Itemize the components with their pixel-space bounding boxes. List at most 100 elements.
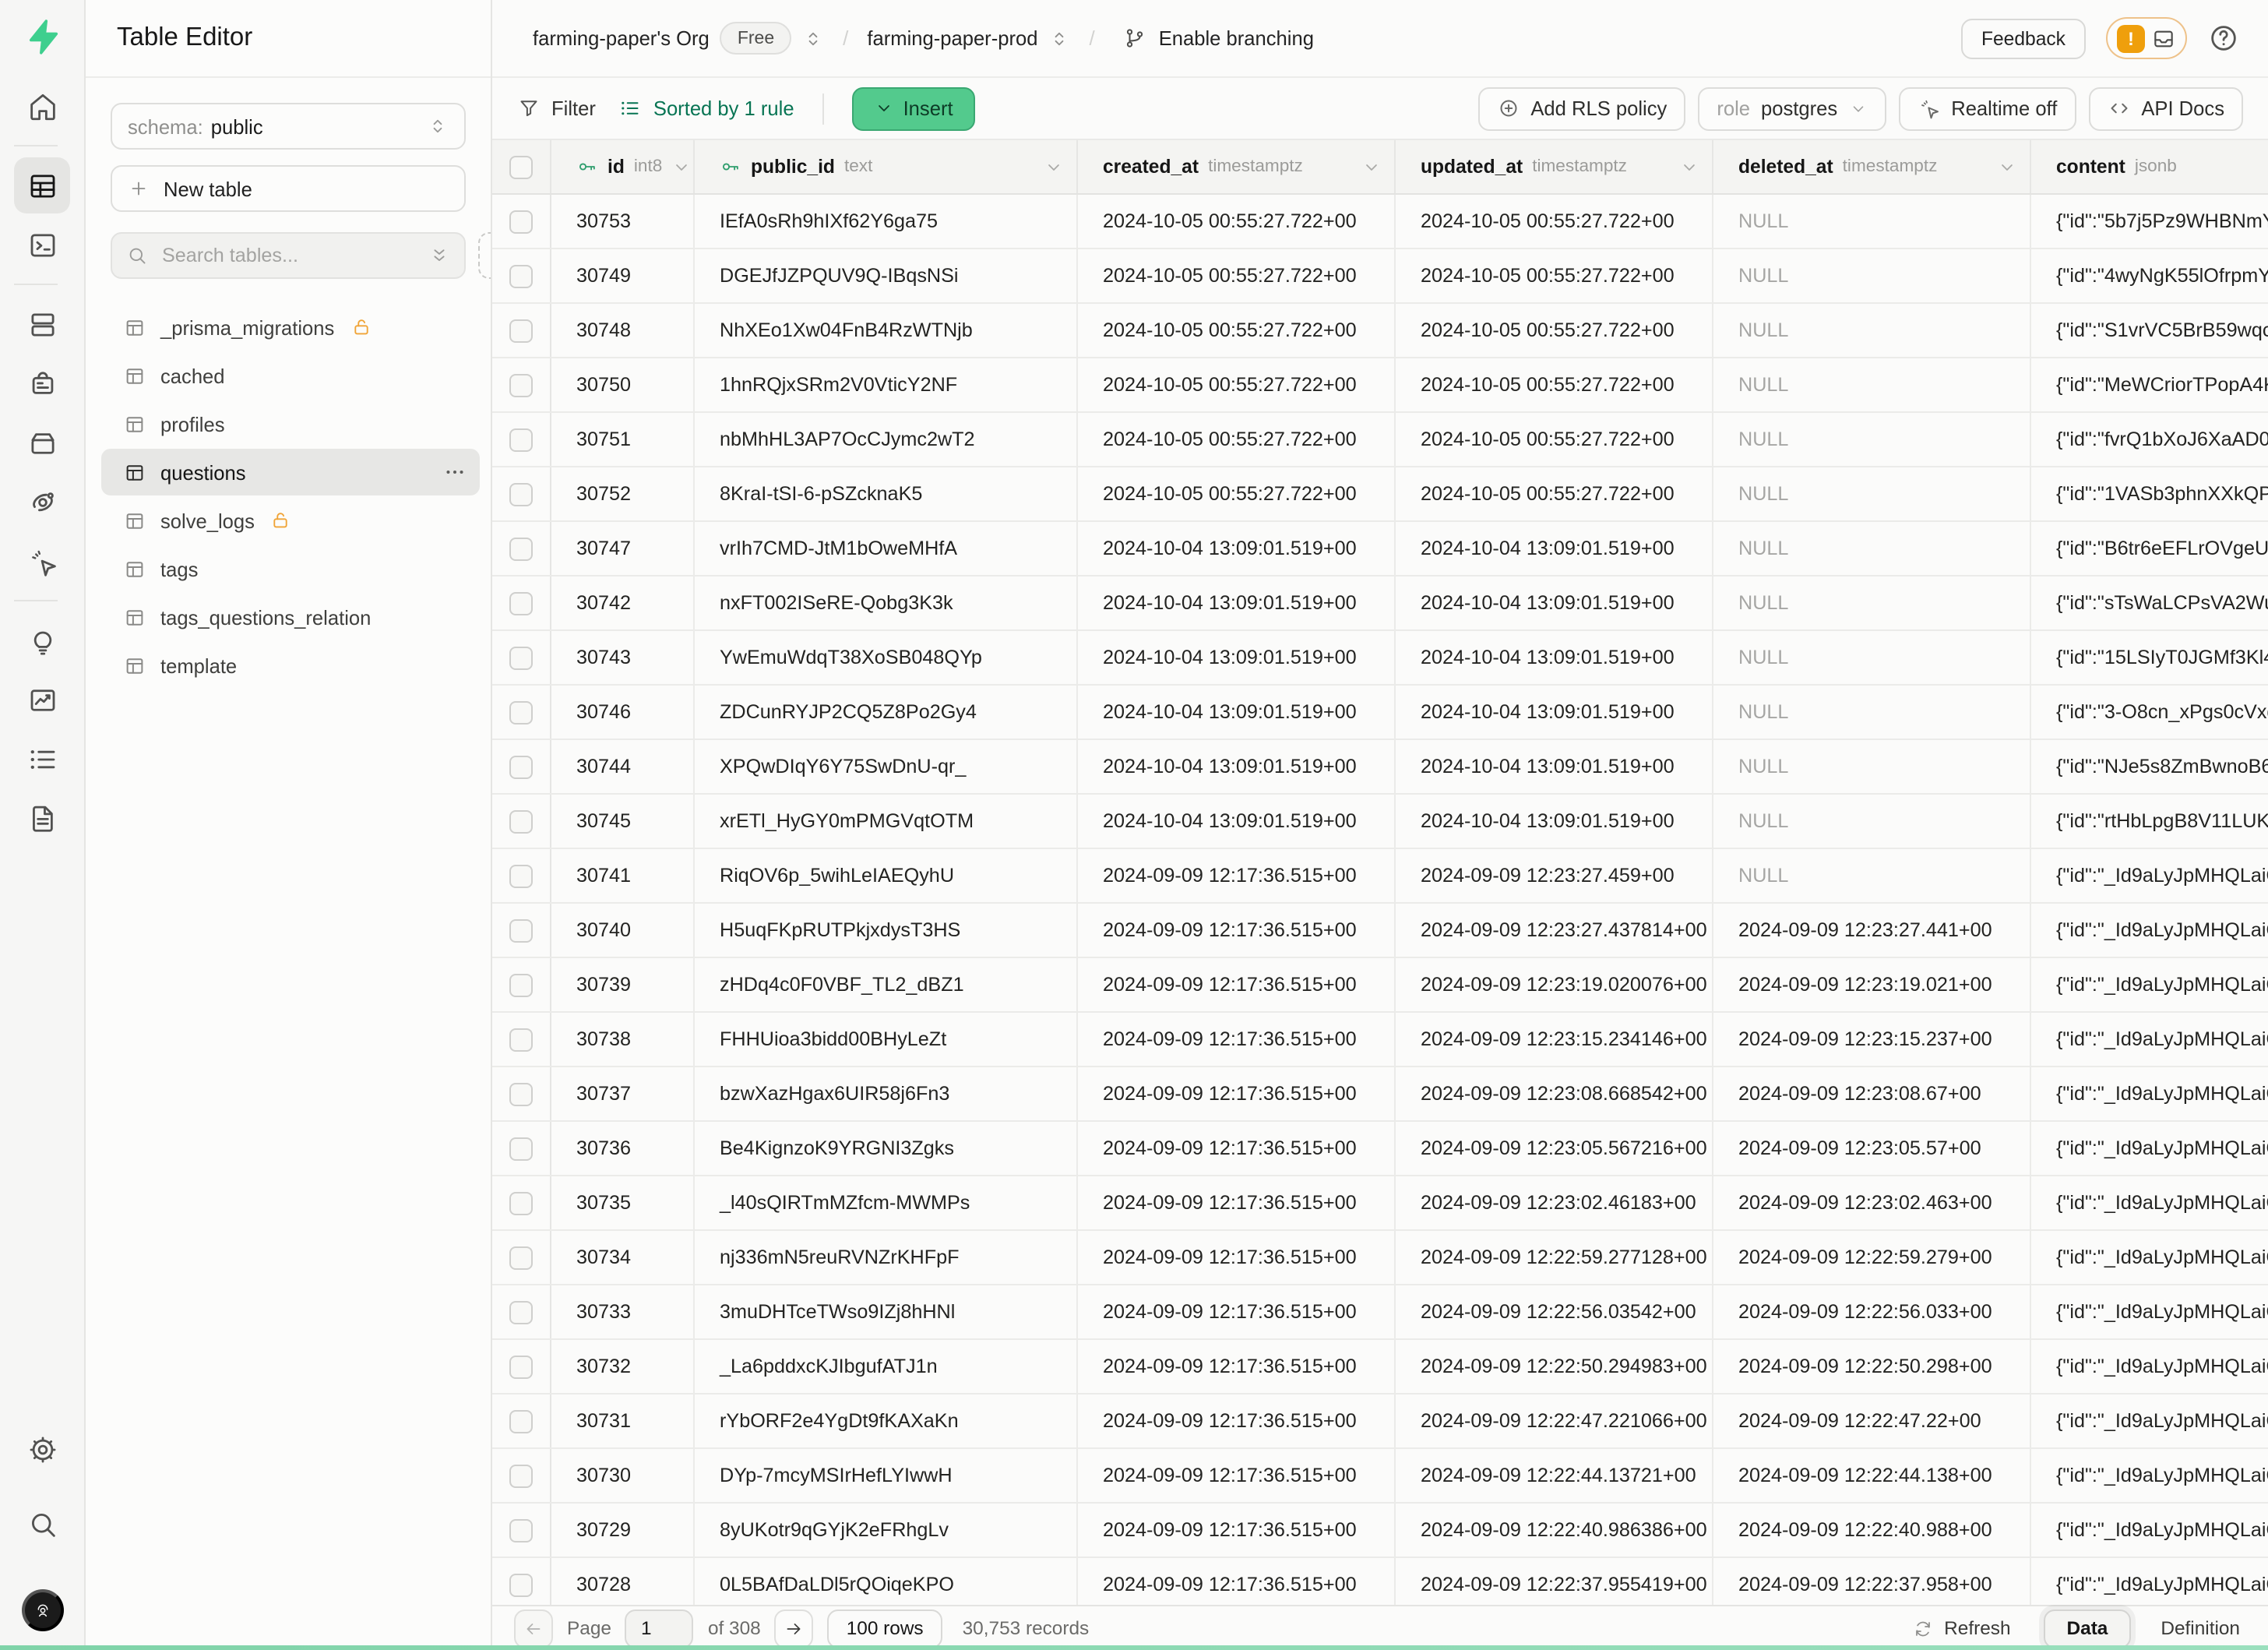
cell-content[interactable]: {"id":"_Id9aLyJpMHQLaiQ0 [2031, 1122, 2268, 1175]
cell-public_id[interactable]: nbMhHL3AP7OcCJymc2wT2 [695, 413, 1078, 466]
cell-id[interactable]: 30743 [551, 631, 695, 684]
rail-item-search[interactable] [14, 1496, 70, 1552]
cell-public_id[interactable]: bzwXazHgax6UIR58j6Fn3 [695, 1067, 1078, 1120]
row-checkbox[interactable] [509, 210, 533, 233]
cell-public_id[interactable]: rYbORF2e4YgDt9fKAXaKn [695, 1394, 1078, 1447]
cell-updated_at[interactable]: 2024-09-09 12:22:56.03542+00 [1396, 1285, 1713, 1338]
more-options-icon[interactable] [442, 460, 467, 485]
cell-deleted_at[interactable]: 2024-09-09 12:22:59.279+00 [1713, 1231, 2031, 1284]
cell-updated_at[interactable]: 2024-09-09 12:22:40.986386+00 [1396, 1504, 1713, 1557]
row-checkbox[interactable] [509, 537, 533, 560]
role-select[interactable]: role postgres [1698, 86, 1886, 130]
sidebar-table-tags[interactable]: tags [101, 545, 480, 592]
cell-id[interactable]: 30737 [551, 1067, 695, 1120]
row-checkbox[interactable] [509, 1082, 533, 1105]
column-menu-icon[interactable] [1997, 157, 2017, 177]
cell-updated_at[interactable]: 2024-09-09 12:23:15.234146+00 [1396, 1013, 1713, 1066]
row-checkbox[interactable] [509, 1191, 533, 1215]
cell-id[interactable]: 30729 [551, 1504, 695, 1557]
cell-public_id[interactable]: NhXEo1Xw04FnB4RzWTNjb [695, 304, 1078, 357]
row-checkbox[interactable] [509, 1028, 533, 1051]
row-checkbox[interactable] [509, 700, 533, 724]
cell-public_id[interactable]: _l40sQIRTmMZfcm-MWMPs [695, 1176, 1078, 1229]
cell-created_at[interactable]: 2024-09-09 12:17:36.515+00 [1078, 1340, 1396, 1393]
cell-public_id[interactable]: DYp-7mcyMSIrHefLYIwwH [695, 1449, 1078, 1502]
cell-public_id[interactable]: nj336mN5reuRVNZrKHFpF [695, 1231, 1078, 1284]
sidebar-table-solve_logs[interactable]: solve_logs [101, 497, 480, 544]
api-docs-button[interactable]: API Docs [2088, 86, 2243, 130]
cell-content[interactable]: {"id":"_Id9aLyJpMHQLaiQ0 [2031, 1231, 2268, 1284]
row-checkbox[interactable] [509, 1573, 533, 1596]
cell-created_at[interactable]: 2024-10-05 00:55:27.722+00 [1078, 249, 1396, 302]
cell-id[interactable]: 30752 [551, 467, 695, 520]
cell-updated_at[interactable]: 2024-10-05 00:55:27.722+00 [1396, 467, 1713, 520]
cell-id[interactable]: 30747 [551, 522, 695, 575]
select-all-checkbox[interactable] [509, 155, 533, 178]
cell-id[interactable]: 30733 [551, 1285, 695, 1338]
row-checkbox[interactable] [509, 864, 533, 887]
cell-content[interactable]: {"id":"S1vrVC5BrB59wqcM4 [2031, 304, 2268, 357]
cell-deleted_at[interactable]: 2024-09-09 12:23:27.441+00 [1713, 904, 2031, 957]
cell-deleted_at[interactable]: 2024-09-09 12:22:37.958+00 [1713, 1558, 2031, 1605]
cell-content[interactable]: {"id":"_Id9aLyJpMHQLaiQ0 [2031, 1176, 2268, 1229]
cell-created_at[interactable]: 2024-10-05 00:55:27.722+00 [1078, 358, 1396, 411]
cell-deleted_at[interactable]: 2024-09-09 12:23:19.021+00 [1713, 958, 2031, 1011]
rail-item-settings[interactable] [14, 1421, 70, 1477]
cell-content[interactable]: {"id":"5b7j5Pz9WHBNmY_A [2031, 195, 2268, 248]
cell-updated_at[interactable]: 2024-10-05 00:55:27.722+00 [1396, 249, 1713, 302]
rail-item-advisors[interactable] [14, 612, 70, 668]
cell-deleted_at[interactable]: NULL [1713, 413, 2031, 466]
cell-created_at[interactable]: 2024-10-05 00:55:27.722+00 [1078, 467, 1396, 520]
column-menu-icon[interactable] [1044, 157, 1064, 177]
cell-id[interactable]: 30735 [551, 1176, 695, 1229]
cell-public_id[interactable]: YwEmuWdqT38XoSB048QYp [695, 631, 1078, 684]
cell-deleted_at[interactable]: NULL [1713, 740, 2031, 793]
cell-id[interactable]: 30734 [551, 1231, 695, 1284]
cell-deleted_at[interactable]: 2024-09-09 12:22:40.988+00 [1713, 1504, 2031, 1557]
cell-content[interactable]: {"id":"sTsWaLCPsVA2WuK2 [2031, 576, 2268, 629]
cell-updated_at[interactable]: 2024-10-04 13:09:01.519+00 [1396, 631, 1713, 684]
cell-content[interactable]: {"id":"3-O8cn_xPgs0cVxqKE [2031, 686, 2268, 739]
rows-per-page-button[interactable]: 100 rows [828, 1609, 942, 1648]
row-checkbox[interactable] [509, 1518, 533, 1542]
insert-button[interactable]: Insert [852, 86, 975, 130]
cell-id[interactable]: 30745 [551, 795, 695, 848]
sidebar-table-profiles[interactable]: profiles [101, 400, 480, 447]
cell-public_id[interactable]: RiqOV6p_5wihLeIAEQyhU [695, 849, 1078, 902]
cell-created_at[interactable]: 2024-10-05 00:55:27.722+00 [1078, 304, 1396, 357]
column-menu-icon[interactable] [1679, 157, 1699, 177]
cell-updated_at[interactable]: 2024-09-09 12:22:50.294983+00 [1396, 1340, 1713, 1393]
row-checkbox[interactable] [509, 1464, 533, 1487]
cell-updated_at[interactable]: 2024-09-09 12:23:05.567216+00 [1396, 1122, 1713, 1175]
sidebar-table-_prisma_migrations[interactable]: _prisma_migrations [101, 304, 480, 351]
cell-id[interactable]: 30751 [551, 413, 695, 466]
cell-deleted_at[interactable]: NULL [1713, 249, 2031, 302]
cell-content[interactable]: {"id":"_Id9aLyJpMHQLaiQ0 [2031, 1013, 2268, 1066]
cell-public_id[interactable]: 8yUKotr9qGYjK2eFRhgLv [695, 1504, 1078, 1557]
cell-public_id[interactable]: 0L5BAfDaLDl5rQOiqeKPO [695, 1558, 1078, 1605]
cell-content[interactable]: {"id":"MeWCriorTPopA4Kc9 [2031, 358, 2268, 411]
rail-item-logs[interactable] [14, 731, 70, 787]
cell-public_id[interactable]: 8KraI-tSI-6-pSZcknaK5 [695, 467, 1078, 520]
row-checkbox[interactable] [509, 973, 533, 996]
row-checkbox[interactable] [509, 1355, 533, 1378]
cell-public_id[interactable]: IEfA0sRh9hIXf62Y6ga75 [695, 195, 1078, 248]
cell-created_at[interactable]: 2024-10-05 00:55:27.722+00 [1078, 413, 1396, 466]
cell-updated_at[interactable]: 2024-10-05 00:55:27.722+00 [1396, 413, 1713, 466]
cell-deleted_at[interactable]: 2024-09-09 12:22:44.138+00 [1713, 1449, 2031, 1502]
next-page-button[interactable] [775, 1609, 814, 1648]
cell-created_at[interactable]: 2024-10-04 13:09:01.519+00 [1078, 631, 1396, 684]
cell-id[interactable]: 30746 [551, 686, 695, 739]
sidebar-table-cached[interactable]: cached [101, 352, 480, 399]
cell-id[interactable]: 30740 [551, 904, 695, 957]
cell-deleted_at[interactable]: 2024-09-09 12:22:47.22+00 [1713, 1394, 2031, 1447]
cell-content[interactable]: {"id":"1VASb3phnXXkQPCpv [2031, 467, 2268, 520]
cell-deleted_at[interactable]: NULL [1713, 304, 2031, 357]
cell-updated_at[interactable]: 2024-09-09 12:23:02.46183+00 [1396, 1176, 1713, 1229]
cell-id[interactable]: 30741 [551, 849, 695, 902]
cell-public_id[interactable]: H5uqFKpRUTPkjxdysT3HS [695, 904, 1078, 957]
enable-branching-button[interactable]: Enable branching [1114, 25, 1323, 51]
feedback-button[interactable]: Feedback [1961, 18, 2086, 58]
cell-id[interactable]: 30753 [551, 195, 695, 248]
cell-created_at[interactable]: 2024-10-04 13:09:01.519+00 [1078, 576, 1396, 629]
